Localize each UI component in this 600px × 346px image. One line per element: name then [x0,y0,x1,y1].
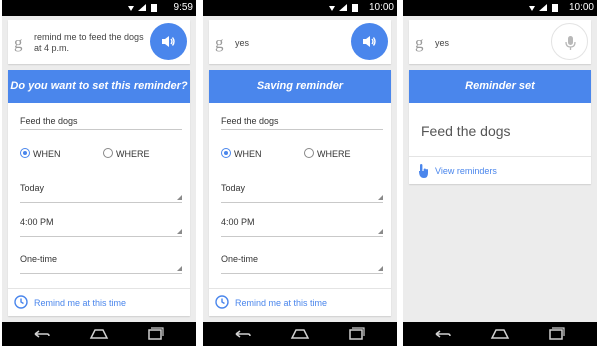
radio-when-label: WHEN [33,149,61,159]
remind-at-time-link[interactable]: Remind me at this time [8,288,190,316]
view-reminders-link[interactable]: View reminders [409,156,591,184]
status-time: 10:00 [368,2,394,13]
card-header: Saving reminder [209,70,391,103]
cellular-icon [339,4,347,11]
date-value: Today [221,183,246,193]
reminder-hand-icon [419,164,428,178]
radio-where-label: WHERE [317,149,351,159]
radio-when-label: WHEN [234,149,262,159]
status-bar: 10:00 [203,0,397,16]
repeat-dropdown[interactable]: One-time [20,254,182,274]
time-dropdown[interactable]: 4:00 PM [20,217,182,237]
reminder-title-field[interactable]: Feed the dogs [221,116,383,130]
card-header: Do you want to set this reminder? [8,70,190,103]
phone-screen-saving: 10:00 g yes Saving reminder Feed the dog… [203,0,397,346]
reminder-card: Saving reminder Feed the dogs WHEN WHERE… [209,70,391,316]
dropdown-arrow-icon [177,195,182,200]
query-text: yes [235,38,250,48]
google-logo: g [215,33,224,52]
date-dropdown[interactable]: Today [20,183,182,203]
query-text: remind me to feed the dogs at 4 p.m. [34,32,144,53]
radio-where-circle[interactable] [304,148,314,158]
home-icon[interactable] [289,322,311,346]
speaker-button[interactable] [351,23,388,60]
back-icon[interactable] [231,322,253,346]
radio-where-circle[interactable] [103,148,113,158]
reminder-card: Do you want to set this reminder? Feed t… [8,70,190,316]
reminder-title-text: Feed the dogs [20,116,78,126]
time-dropdown[interactable]: 4:00 PM [221,217,383,237]
clock-icon [215,295,229,309]
battery-icon [552,4,558,12]
dropdown-arrow-icon [378,266,383,271]
reminder-set-card: Reminder set Feed the dogs View reminder… [409,70,591,184]
remind-link-text: Remind me at this time [235,298,328,308]
reminder-title-text: Feed the dogs [221,116,279,126]
phone-screen-confirm: 9:59 g remind me to feed the dogs at 4 p… [2,0,196,346]
recents-icon[interactable] [345,322,367,346]
speaker-icon [363,36,376,47]
time-value: 4:00 PM [221,217,255,227]
clock-icon [14,295,28,309]
signal-icon [329,6,335,11]
remind-link-text: Remind me at this time [34,298,127,308]
back-icon[interactable] [30,322,52,346]
status-bar: 9:59 [2,0,196,16]
repeat-value: One-time [20,254,58,264]
repeat-dropdown[interactable]: One-time [221,254,383,274]
radio-when-circle[interactable] [20,148,30,158]
signal-icon [529,6,535,11]
reminder-title: Feed the dogs [421,123,511,139]
status-time: 9:59 [173,2,193,13]
cellular-icon [138,4,146,11]
status-icons [128,4,157,12]
dropdown-arrow-icon [378,229,383,234]
speaker-button[interactable] [150,23,187,60]
repeat-value: One-time [221,254,259,264]
time-value: 4:00 PM [20,217,54,227]
dropdown-arrow-icon [177,266,182,271]
radio-where-label: WHERE [116,149,150,159]
microphone-button[interactable] [551,23,588,60]
cellular-icon [539,4,547,11]
google-logo: g [14,33,23,52]
card-header: Reminder set [409,70,591,103]
battery-icon [352,4,358,12]
back-icon[interactable] [431,322,453,346]
home-icon[interactable] [489,322,511,346]
radio-when-circle[interactable] [221,148,231,158]
recents-icon[interactable] [144,322,166,346]
query-card[interactable]: g yes [409,20,591,64]
status-bar: 10:00 [403,0,597,16]
dropdown-arrow-icon [378,195,383,200]
phone-screen-set: 10:00 g yes Reminder set Feed the dogs V… [403,0,597,346]
remind-at-time-link[interactable]: Remind me at this time [209,288,391,316]
google-logo: g [415,33,424,52]
speaker-icon [162,36,175,47]
query-text: yes [435,38,450,48]
reminder-title-field[interactable]: Feed the dogs [20,116,182,130]
recents-icon[interactable] [545,322,567,346]
status-icons [529,4,558,12]
nav-bar [2,322,196,346]
signal-icon [128,6,134,11]
status-time: 10:00 [568,2,594,13]
status-icons [329,4,358,12]
nav-bar [403,322,597,346]
nav-bar [203,322,397,346]
microphone-icon [565,36,576,50]
query-card[interactable]: g yes [209,20,391,64]
home-icon[interactable] [88,322,110,346]
date-value: Today [20,183,45,193]
query-card[interactable]: g remind me to feed the dogs at 4 p.m. [8,20,190,64]
view-reminders-text: View reminders [435,166,497,176]
dropdown-arrow-icon [177,229,182,234]
date-dropdown[interactable]: Today [221,183,383,203]
battery-icon [151,4,157,12]
